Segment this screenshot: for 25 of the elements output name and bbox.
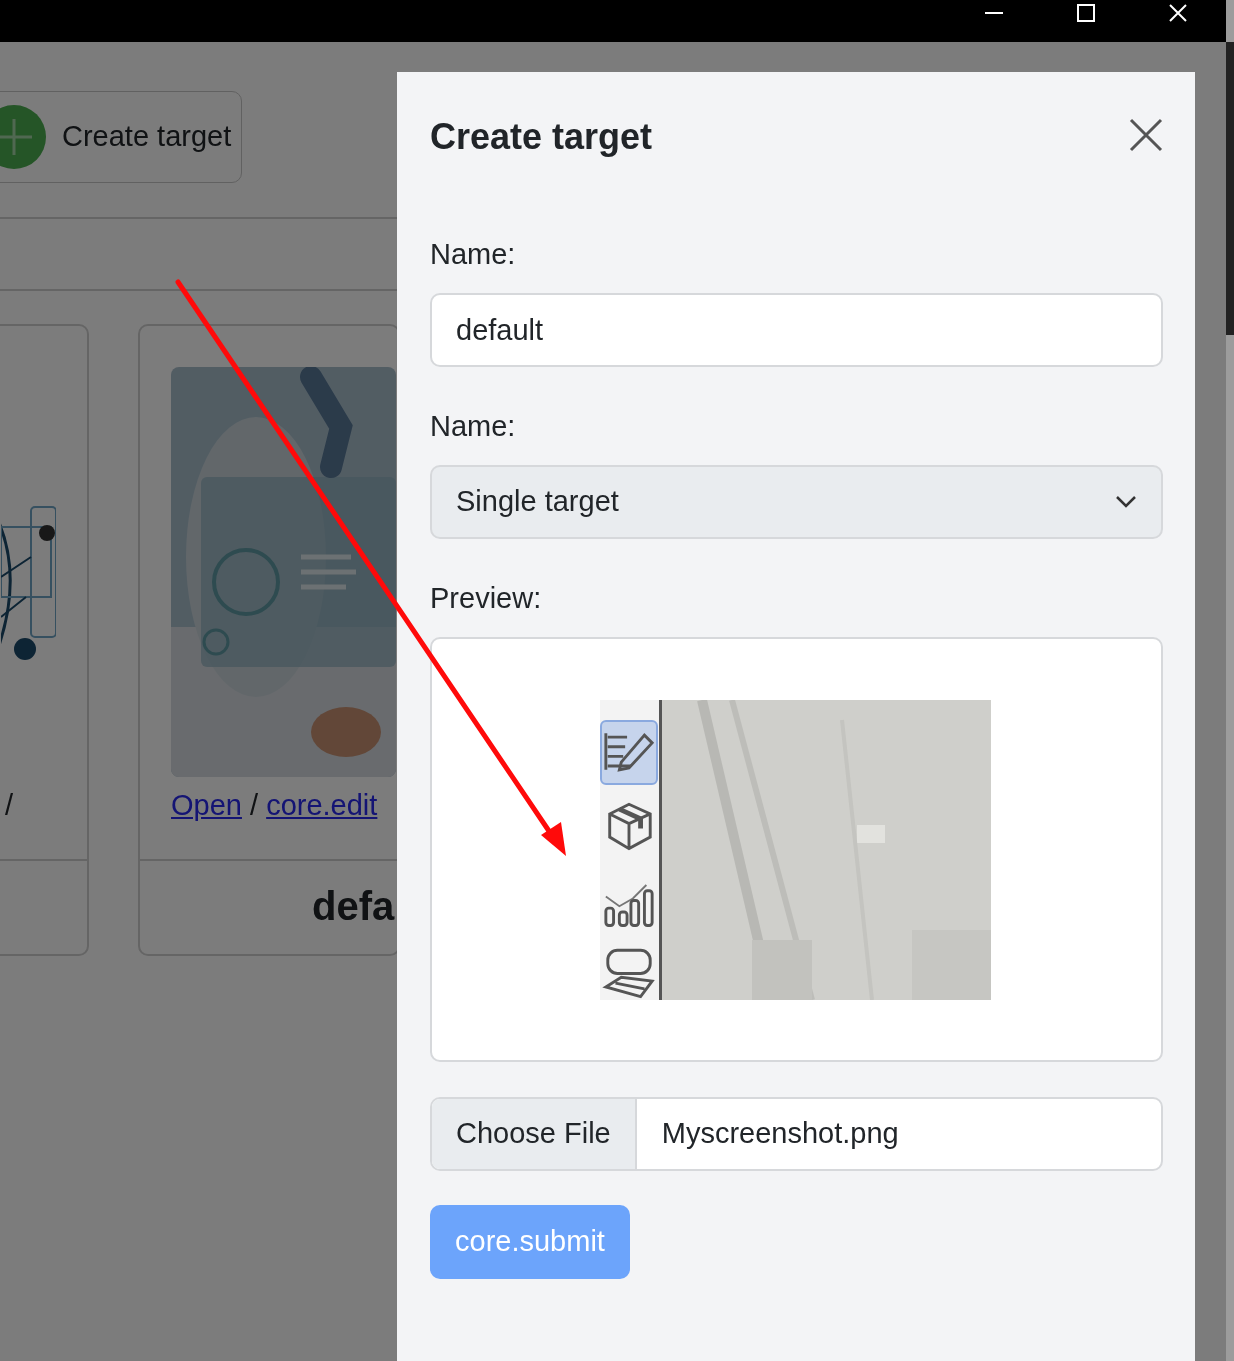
close-icon xyxy=(1129,118,1163,152)
chevron-down-icon xyxy=(1115,495,1137,509)
scrollbar[interactable] xyxy=(1226,0,1234,1361)
scrollbar-thumb[interactable] xyxy=(1226,42,1234,335)
field-label: Name: xyxy=(430,237,517,272)
file-name: Myscreenshot.png xyxy=(660,1116,899,1152)
link[interactable]: core.edit xyxy=(266,789,378,821)
minimize-icon xyxy=(985,12,1003,14)
tool-item[interactable] xyxy=(599,719,658,785)
close-button[interactable] xyxy=(1129,118,1163,152)
field-label: Preview: xyxy=(430,581,543,616)
plus-icon xyxy=(0,105,46,169)
choose-file-button[interactable]: Choose File xyxy=(432,1099,637,1169)
select-value: Single target xyxy=(456,484,619,520)
maximize-icon xyxy=(1077,4,1095,22)
field-label: Name: xyxy=(430,409,517,444)
separator-text: / xyxy=(5,789,14,821)
link[interactable]: Open xyxy=(171,789,242,821)
modal-title: Create target xyxy=(430,115,653,159)
close-icon xyxy=(1169,4,1187,22)
name-input[interactable]: default xyxy=(430,293,1163,367)
card-title: defa xyxy=(312,884,395,928)
create-target-button[interactable]: Create target xyxy=(0,91,243,183)
file-input[interactable]: Choose File Myscreenshot.png xyxy=(430,1097,1163,1171)
separator-text: / xyxy=(250,789,259,821)
